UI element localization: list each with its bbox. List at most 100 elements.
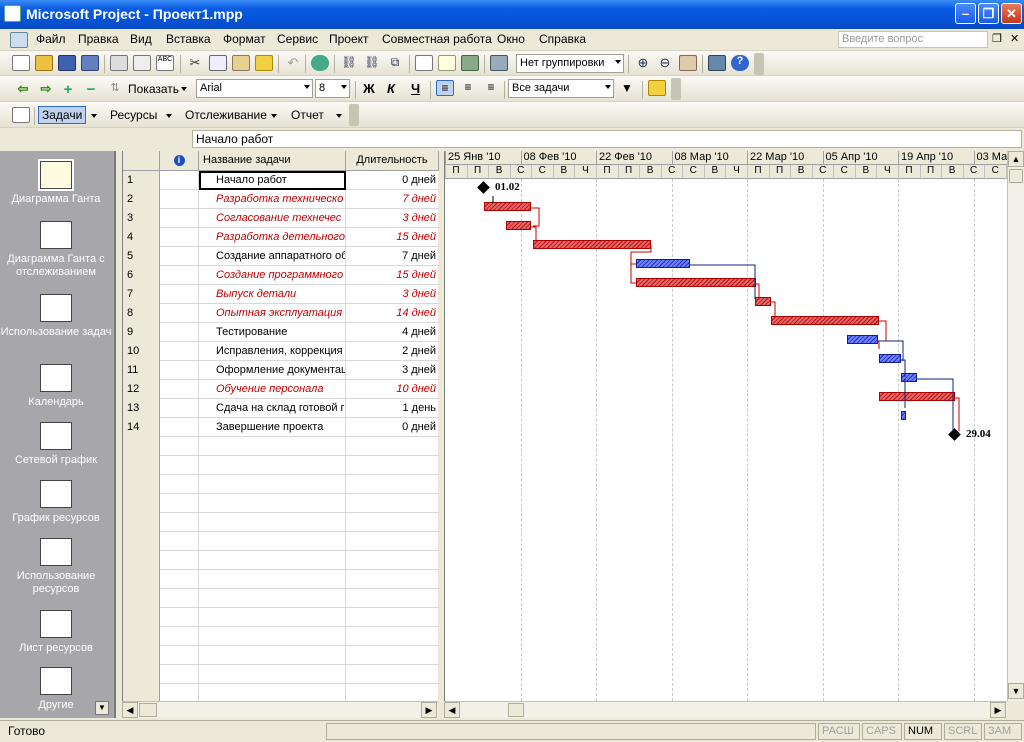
open-icon[interactable] xyxy=(35,55,53,71)
row-number[interactable] xyxy=(123,665,160,684)
menu-collaborate[interactable]: Совместная работа xyxy=(382,32,492,46)
row-number[interactable]: 3 xyxy=(123,209,160,228)
font-size-select[interactable]: 8 xyxy=(315,79,350,98)
view-network[interactable]: Сетевой график xyxy=(0,422,112,467)
task-info-icon[interactable] xyxy=(415,55,433,71)
table-row[interactable] xyxy=(123,589,439,608)
minimize-button[interactable]: – xyxy=(955,3,976,24)
table-row[interactable] xyxy=(123,551,439,570)
arrow-left-icon[interactable]: ⇦ xyxy=(14,81,32,97)
table-row[interactable]: 3 Согласование технечес 3 дней xyxy=(123,209,439,228)
autofilter-icon[interactable]: ▼ xyxy=(618,81,636,97)
task-name-cell[interactable]: Обучение персонала xyxy=(199,380,346,399)
task-duration-cell[interactable] xyxy=(346,608,439,627)
menu-window[interactable]: Окно xyxy=(497,32,525,46)
copy-icon[interactable] xyxy=(209,55,227,71)
row-number[interactable] xyxy=(123,646,160,665)
scroll-left-icon[interactable]: ◀ xyxy=(444,702,460,718)
chevron-down-icon[interactable] xyxy=(271,114,277,118)
table-row[interactable] xyxy=(123,532,439,551)
table-row[interactable]: 10 Исправления, коррекция 2 дней xyxy=(123,342,439,361)
entry-field[interactable]: Начало работ xyxy=(192,130,1022,148)
row-number[interactable] xyxy=(123,627,160,646)
close-button[interactable]: ✕ xyxy=(1001,3,1022,24)
task-name-cell[interactable]: Завершение проекта xyxy=(199,418,346,437)
grouping-select[interactable]: Нет группировки xyxy=(516,54,624,73)
view-resource-graph[interactable]: График ресурсов xyxy=(0,480,112,525)
table-row[interactable] xyxy=(123,665,439,684)
task-name-cell[interactable] xyxy=(199,475,346,494)
view-tracking-gantt[interactable]: Диаграмма Ганта с отслеживанием xyxy=(0,221,112,279)
format-painter-icon[interactable] xyxy=(255,55,273,71)
zoom-out-icon[interactable]: ⊖ xyxy=(656,55,674,71)
info-column-header[interactable]: i xyxy=(160,151,199,171)
row-number[interactable]: 13 xyxy=(123,399,160,418)
underline-button[interactable]: Ч xyxy=(411,81,420,96)
font-select[interactable]: Arial xyxy=(196,79,313,98)
row-number[interactable] xyxy=(123,589,160,608)
chevron-down-icon[interactable] xyxy=(336,114,342,118)
row-number[interactable]: 6 xyxy=(123,266,160,285)
menu-edit[interactable]: Правка xyxy=(78,32,119,46)
scroll-up-icon[interactable]: ▲ xyxy=(1008,151,1024,167)
task-name-cell[interactable] xyxy=(199,532,346,551)
table-row[interactable] xyxy=(123,513,439,532)
row-number[interactable]: 9 xyxy=(123,323,160,342)
scroll-thumb[interactable] xyxy=(1009,169,1023,183)
italic-button[interactable]: К xyxy=(387,81,395,96)
publish-icon[interactable] xyxy=(490,55,508,71)
table-row[interactable] xyxy=(123,570,439,589)
guide-icon[interactable] xyxy=(12,107,30,123)
resources-button[interactable]: Ресурсы xyxy=(110,108,157,122)
task-duration-cell[interactable] xyxy=(346,475,439,494)
task-name-cell[interactable]: Разработка техническо xyxy=(199,190,346,209)
row-number[interactable]: 7 xyxy=(123,285,160,304)
task-name-cell[interactable]: Исправления, коррекция xyxy=(199,342,346,361)
print-icon[interactable] xyxy=(110,55,128,71)
task-name-cell[interactable]: Разработка детельного xyxy=(199,228,346,247)
task-duration-cell[interactable]: 7 дней xyxy=(346,247,439,266)
task-name-cell[interactable] xyxy=(199,513,346,532)
row-number[interactable]: 14 xyxy=(123,418,160,437)
scroll-thumb[interactable] xyxy=(139,703,157,717)
help-icon[interactable]: ? xyxy=(731,55,749,71)
scroll-right-icon[interactable]: ▶ xyxy=(421,702,437,718)
task-duration-cell[interactable] xyxy=(346,532,439,551)
table-row[interactable]: 2 Разработка техническо 7 дней xyxy=(123,190,439,209)
row-number[interactable] xyxy=(123,494,160,513)
duration-column-header[interactable]: Длительность xyxy=(346,151,439,171)
scroll-left-icon[interactable]: ◀ xyxy=(122,702,138,718)
menu-help[interactable]: Справка xyxy=(539,32,586,46)
scroll-right-icon[interactable]: ▶ xyxy=(990,702,1006,718)
scroll-down-icon[interactable]: ▼ xyxy=(1008,683,1024,699)
task-duration-cell[interactable]: 2 дней xyxy=(346,342,439,361)
select-all-cell[interactable] xyxy=(123,151,160,171)
table-row[interactable]: 8 Опытная эксплуатация 14 дней xyxy=(123,304,439,323)
new-icon[interactable] xyxy=(12,55,30,71)
table-row[interactable] xyxy=(123,627,439,646)
task-duration-cell[interactable] xyxy=(346,513,439,532)
chevron-down-icon[interactable] xyxy=(91,114,97,118)
name-column-header[interactable]: Название задачи xyxy=(199,151,346,171)
filter-select[interactable]: Все задачи xyxy=(508,79,614,98)
row-number[interactable] xyxy=(123,456,160,475)
task-duration-cell[interactable]: 3 дней xyxy=(346,361,439,380)
view-calendar[interactable]: Календарь xyxy=(0,364,112,409)
table-row[interactable]: 4 Разработка детельного 15 дней xyxy=(123,228,439,247)
task-duration-cell[interactable] xyxy=(346,627,439,646)
table-row[interactable]: 12 Обучение персонала 10 дней xyxy=(123,380,439,399)
restore-doc-icon[interactable]: ❐ xyxy=(992,32,1002,45)
save-icon[interactable] xyxy=(58,55,76,71)
view-task-usage[interactable]: Использование задач xyxy=(0,294,112,339)
task-duration-cell[interactable]: 3 дней xyxy=(346,285,439,304)
row-number[interactable]: 8 xyxy=(123,304,160,323)
hyperlink-icon[interactable] xyxy=(311,55,329,71)
menu-format[interactable]: Формат xyxy=(223,32,266,46)
notes-icon[interactable] xyxy=(438,55,456,71)
task-name-cell[interactable] xyxy=(199,570,346,589)
task-name-cell[interactable] xyxy=(199,627,346,646)
zoom-in-icon[interactable]: ⊕ xyxy=(634,55,652,71)
table-row[interactable] xyxy=(123,608,439,627)
task-duration-cell[interactable]: 1 день xyxy=(346,399,439,418)
task-name-cell[interactable]: Начало работ xyxy=(199,171,346,190)
